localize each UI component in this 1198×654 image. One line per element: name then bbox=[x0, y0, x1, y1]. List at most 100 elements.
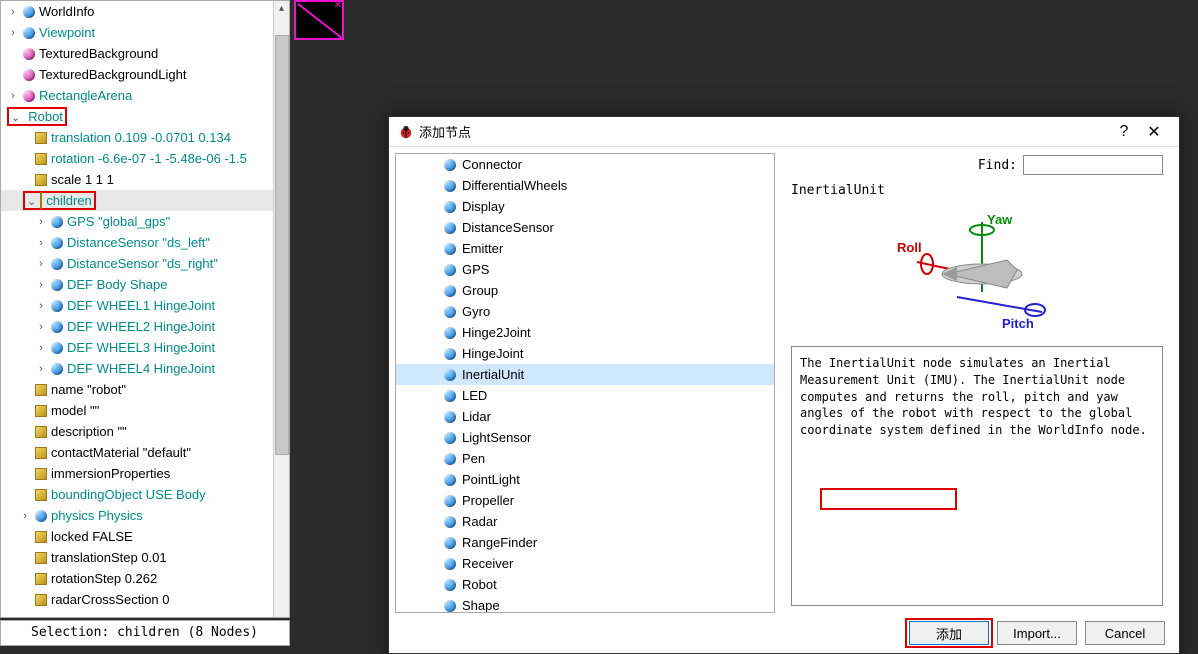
node-list-label: HingeJoint bbox=[462, 346, 523, 361]
dialog-titlebar[interactable]: 添加节点 ? ✕ bbox=[389, 117, 1179, 147]
node-list-item[interactable]: Receiver bbox=[396, 553, 774, 574]
tree-item-label: TexturedBackground bbox=[39, 46, 158, 61]
tree-item[interactable]: ⌄ children bbox=[1, 190, 289, 211]
tree-item[interactable]: ›physics Physics bbox=[1, 505, 289, 526]
scroll-up-arrow[interactable]: ▴ bbox=[274, 1, 289, 17]
chevron-icon[interactable]: › bbox=[19, 510, 31, 522]
tree-item[interactable]: name "robot" bbox=[1, 379, 289, 400]
node-ball-icon bbox=[444, 327, 456, 339]
node-type-list[interactable]: ConnectorDifferentialWheelsDisplayDistan… bbox=[395, 153, 775, 613]
tree-item[interactable]: TexturedBackgroundLight bbox=[1, 64, 289, 85]
node-list-item[interactable]: Lidar bbox=[396, 406, 774, 427]
tree-item[interactable]: ⌄Robot bbox=[1, 106, 289, 127]
tree-item-label: children bbox=[46, 193, 92, 208]
node-list-item[interactable]: Propeller bbox=[396, 490, 774, 511]
node-list-item[interactable]: InertialUnit bbox=[396, 364, 774, 385]
chevron-icon[interactable]: › bbox=[35, 237, 47, 249]
tree-item-label: translationStep 0.01 bbox=[51, 550, 167, 565]
node-ball-icon bbox=[51, 216, 63, 228]
node-list-item[interactable]: LightSensor bbox=[396, 427, 774, 448]
node-list-item[interactable]: Group bbox=[396, 280, 774, 301]
tree-item[interactable]: translation 0.109 -0.0701 0.134 bbox=[1, 127, 289, 148]
tree-item-label: WorldInfo bbox=[39, 4, 94, 19]
tree-item[interactable]: scale 1 1 1 bbox=[1, 169, 289, 190]
node-list-item[interactable]: Shape bbox=[396, 595, 774, 613]
tree-item-label: name "robot" bbox=[51, 382, 126, 397]
field-cube-icon bbox=[35, 489, 47, 501]
node-list-item[interactable]: Radar bbox=[396, 511, 774, 532]
node-list-item[interactable]: DifferentialWheels bbox=[396, 175, 774, 196]
scroll-thumb[interactable] bbox=[275, 35, 289, 455]
chevron-icon[interactable]: › bbox=[35, 300, 47, 312]
node-ball-icon bbox=[23, 6, 35, 18]
tree-item[interactable]: translationStep 0.01 bbox=[1, 547, 289, 568]
node-list-item[interactable]: Emitter bbox=[396, 238, 774, 259]
tree-item[interactable]: rotation -6.6e-07 -1 -5.48e-06 -1.5 bbox=[1, 148, 289, 169]
tree-item[interactable]: ›DEF WHEEL1 HingeJoint bbox=[1, 295, 289, 316]
node-list-item[interactable]: Hinge2Joint bbox=[396, 322, 774, 343]
chevron-icon[interactable]: ⌄ bbox=[11, 112, 20, 124]
tree-item[interactable]: locked FALSE bbox=[1, 526, 289, 547]
node-list-item[interactable]: LED bbox=[396, 385, 774, 406]
tree-item[interactable]: ›DEF WHEEL2 HingeJoint bbox=[1, 316, 289, 337]
tree-item[interactable]: TexturedBackground bbox=[1, 43, 289, 64]
node-description: The InertialUnit node simulates an Inert… bbox=[791, 346, 1163, 606]
help-button[interactable]: ? bbox=[1109, 123, 1139, 141]
node-list-item[interactable]: Connector bbox=[396, 154, 774, 175]
tree-item[interactable]: ›DistanceSensor "ds_left" bbox=[1, 232, 289, 253]
node-list-item[interactable]: DistanceSensor bbox=[396, 217, 774, 238]
tree-item[interactable]: ›GPS "global_gps" bbox=[1, 211, 289, 232]
chevron-icon[interactable]: › bbox=[35, 216, 47, 228]
tree-item-label: DEF Body Shape bbox=[67, 277, 167, 292]
cancel-button[interactable]: Cancel bbox=[1085, 621, 1165, 645]
node-ball-icon bbox=[444, 243, 456, 255]
chevron-icon[interactable]: ⌄ bbox=[27, 196, 36, 208]
scene-tree[interactable]: › WorldInfo ›Viewpoint TexturedBackground Te… bbox=[1, 1, 289, 617]
node-list-item[interactable]: RangeFinder bbox=[396, 532, 774, 553]
node-list-item[interactable]: Robot bbox=[396, 574, 774, 595]
node-list-item[interactable]: GPS bbox=[396, 259, 774, 280]
chevron-icon[interactable]: › bbox=[35, 279, 47, 291]
tree-item[interactable]: ›DEF WHEEL4 HingeJoint bbox=[1, 358, 289, 379]
tree-item-label: contactMaterial "default" bbox=[51, 445, 191, 460]
node-list-label: Robot bbox=[462, 577, 497, 592]
chevron-icon[interactable]: › bbox=[35, 363, 47, 375]
node-preview: Yaw Roll Pitch bbox=[791, 202, 1163, 342]
tree-item[interactable]: › DEF Body Shape bbox=[1, 274, 289, 295]
node-list-item[interactable]: Pen bbox=[396, 448, 774, 469]
chevron-icon[interactable]: › bbox=[35, 258, 47, 270]
viewport-thumbnail[interactable] bbox=[294, 0, 344, 40]
tree-item[interactable]: rotationStep 0.262 bbox=[1, 568, 289, 589]
node-list-item[interactable]: Gyro bbox=[396, 301, 774, 322]
chevron-icon[interactable]: › bbox=[7, 6, 19, 18]
tree-item[interactable]: ›DistanceSensor "ds_right" bbox=[1, 253, 289, 274]
node-list-label: Pen bbox=[462, 451, 485, 466]
tree-item[interactable]: ›Viewpoint bbox=[1, 22, 289, 43]
tree-item[interactable]: model "" bbox=[1, 400, 289, 421]
tree-item[interactable]: immersionProperties bbox=[1, 463, 289, 484]
chevron-icon[interactable]: › bbox=[7, 27, 19, 39]
import-button[interactable]: Import... bbox=[997, 621, 1077, 645]
scrollbar[interactable]: ▴ bbox=[273, 1, 289, 617]
close-button[interactable]: ✕ bbox=[1139, 122, 1169, 142]
node-list-item[interactable]: HingeJoint bbox=[396, 343, 774, 364]
node-list-item[interactable]: PointLight bbox=[396, 469, 774, 490]
tree-item[interactable]: › WorldInfo bbox=[1, 1, 289, 22]
node-ball-icon bbox=[444, 432, 456, 444]
tree-item[interactable]: radarCrossSection 0 bbox=[1, 589, 289, 610]
node-list-item[interactable]: Display bbox=[396, 196, 774, 217]
tree-item[interactable]: boundingObject USE Body bbox=[1, 484, 289, 505]
tree-item[interactable]: ›RectangleArena bbox=[1, 85, 289, 106]
tree-item-label: radarCrossSection 0 bbox=[51, 592, 170, 607]
tree-item[interactable]: description "" bbox=[1, 421, 289, 442]
tree-item-label: scale 1 1 1 bbox=[51, 172, 114, 187]
add-button[interactable]: 添加 bbox=[909, 621, 989, 645]
tree-item-label: translation 0.109 -0.0701 0.134 bbox=[51, 130, 231, 145]
tree-item[interactable]: contactMaterial "default" bbox=[1, 442, 289, 463]
chevron-icon[interactable]: › bbox=[35, 342, 47, 354]
tree-item[interactable]: ›DEF WHEEL3 HingeJoint bbox=[1, 337, 289, 358]
chevron-icon[interactable]: › bbox=[35, 321, 47, 333]
chevron-icon[interactable]: › bbox=[7, 90, 19, 102]
find-input[interactable] bbox=[1023, 155, 1163, 175]
add-node-dialog: 添加节点 ? ✕ ConnectorDifferentialWheelsDisp… bbox=[388, 116, 1180, 654]
